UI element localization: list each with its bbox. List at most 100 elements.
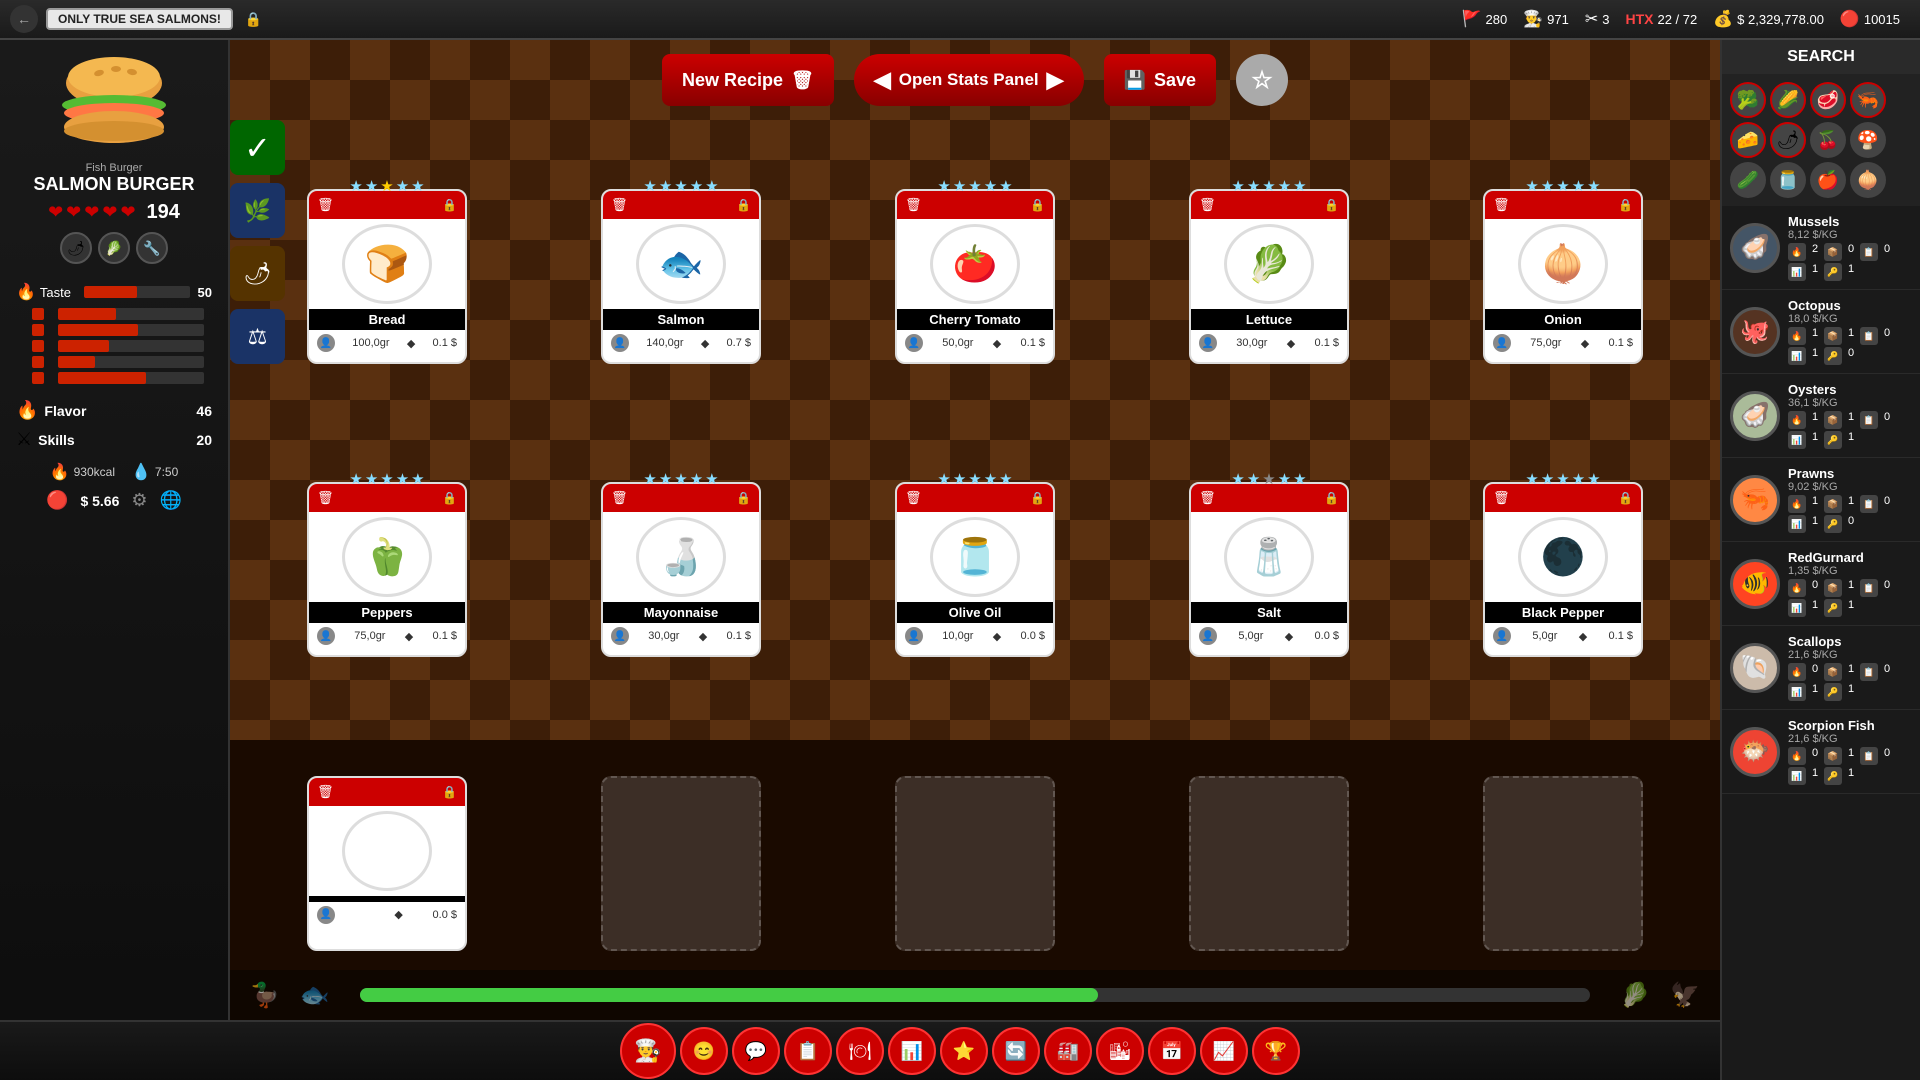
counter-btn-3[interactable]: 📊 (1788, 767, 1806, 785)
ingredient-card-mayonnaise[interactable]: ★★★★★🗑🔒🍶Mayonnaise 👤 30,0gr ◆ 0.1 $ (601, 482, 761, 657)
trash-icon[interactable]: 🗑 (1199, 197, 1216, 213)
empty-slot-13[interactable] (1189, 776, 1349, 951)
counter-btn-4[interactable]: 🔑 (1824, 599, 1842, 617)
nav-city-btn[interactable]: 🏙 (1096, 1027, 1144, 1075)
nav-calendar-btn[interactable]: 📅 (1148, 1027, 1196, 1075)
search-filter-8[interactable]: 🥒 (1730, 162, 1766, 198)
trash-icon[interactable]: 🗑 (1493, 490, 1510, 506)
check-badge[interactable]: ✓ (230, 120, 285, 175)
nav-face-btn[interactable]: 😊 (680, 1027, 728, 1075)
counter-btn-2[interactable]: 📋 (1860, 747, 1878, 765)
search-filter-6[interactable]: 🍒 (1810, 122, 1846, 158)
counter-btn-4[interactable]: 🔑 (1824, 515, 1842, 533)
counter-btn-0[interactable]: 🔥 (1788, 411, 1806, 429)
empty-slot-14[interactable] (1483, 776, 1643, 951)
favorite-button[interactable]: ☆ (1236, 54, 1288, 106)
counter-btn-0[interactable]: 🔥 (1788, 663, 1806, 681)
ingredient-card-bread[interactable]: ★★★★★🗑🔒🍞Bread 👤 100,0gr ◆ 0.1 $ (307, 189, 467, 364)
counter-btn-2[interactable]: 📋 (1860, 579, 1878, 597)
counter-btn-1[interactable]: 📦 (1824, 579, 1842, 597)
search-filter-0[interactable]: 🥦 (1730, 82, 1766, 118)
counter-btn-4[interactable]: 🔑 (1824, 263, 1842, 281)
counter-btn-2[interactable]: 📋 (1860, 663, 1878, 681)
counter-btn-2[interactable]: 📋 (1860, 411, 1878, 429)
nav-trophy-btn[interactable]: 🏆 (1252, 1027, 1300, 1075)
counter-btn-4[interactable]: 🔑 (1824, 767, 1842, 785)
counter-btn-0[interactable]: 🔥 (1788, 495, 1806, 513)
trash-icon[interactable]: 🗑 (317, 490, 334, 506)
search-filter-7[interactable]: 🍄 (1850, 122, 1886, 158)
search-filter-3[interactable]: 🦐 (1850, 82, 1886, 118)
counter-btn-3[interactable]: 📊 (1788, 515, 1806, 533)
ingredient-card-salt[interactable]: ★★★★★🗑🔒🧂Salt 👤 5,0gr ◆ 0.0 $ (1189, 482, 1349, 657)
nav-home-btn[interactable]: 👨‍🍳 (620, 1023, 676, 1079)
search-item-oysters[interactable]: 🦪Oysters36,1 $/KG🔥1📦1📋0📊1🔑1 (1722, 374, 1920, 458)
counter-btn-3[interactable]: 📊 (1788, 599, 1806, 617)
counter-btn-2[interactable]: 📋 (1860, 327, 1878, 345)
counter-btn-1[interactable]: 📦 (1824, 495, 1842, 513)
nav-plate-btn[interactable]: 🍽 (836, 1027, 884, 1075)
empty-slot-12[interactable] (895, 776, 1055, 951)
ingredient-card-olive-oil[interactable]: ★★★★★🗑🔒🫙Olive Oil 👤 10,0gr ◆ 0.0 $ (895, 482, 1055, 657)
counter-btn-0[interactable]: 🔥 (1788, 243, 1806, 261)
scroll-bar[interactable] (360, 988, 1590, 1002)
search-item-prawns[interactable]: 🦐Prawns9,02 $/KG🔥1📦1📋0📊1🔑0 (1722, 458, 1920, 542)
search-item-octopus[interactable]: 🐙Octopus18,0 $/KG🔥1📦1📋0📊1🔑0 (1722, 290, 1920, 374)
nav-clipboard-btn[interactable]: 📋 (784, 1027, 832, 1075)
trash-icon[interactable]: 🗑 (317, 784, 334, 800)
counter-btn-3[interactable]: 📊 (1788, 683, 1806, 701)
nav-stats-btn[interactable]: 📈 (1200, 1027, 1248, 1075)
globe-btn[interactable]: 🌐 (160, 490, 182, 511)
scale-icon-btn[interactable]: ⚖ (230, 309, 285, 364)
nav-chart-btn[interactable]: 📊 (888, 1027, 936, 1075)
counter-btn-1[interactable]: 📦 (1824, 747, 1842, 765)
trash-icon[interactable]: 🗑 (611, 490, 628, 506)
trash-icon[interactable]: 🗑 (611, 197, 628, 213)
trash-icon[interactable]: 🗑 (905, 197, 922, 213)
search-filter-11[interactable]: 🧅 (1850, 162, 1886, 198)
counter-btn-3[interactable]: 📊 (1788, 431, 1806, 449)
counter-btn-4[interactable]: 🔑 (1824, 347, 1842, 365)
counter-btn-3[interactable]: 📊 (1788, 263, 1806, 281)
counter-btn-2[interactable]: 📋 (1860, 243, 1878, 261)
search-filter-10[interactable]: 🍎 (1810, 162, 1846, 198)
ingredient-card-cherry-tomato[interactable]: ★★★★★🗑🔒🍅Cherry Tomato 👤 50,0gr ◆ 0.1 $ (895, 189, 1055, 364)
ingredient-card-[interactable]: 🗑🔒 👤 ◆ 0.0 $ (307, 776, 467, 951)
search-item-redgurnard[interactable]: 🐠RedGurnard1,35 $/KG🔥0📦1📋0📊1🔑1 (1722, 542, 1920, 626)
chili-icon-btn[interactable]: 🌶 (230, 246, 285, 301)
nav-sync-btn[interactable]: 🔄 (992, 1027, 1040, 1075)
counter-btn-4[interactable]: 🔑 (1824, 683, 1842, 701)
back-button[interactable]: ← (10, 5, 38, 33)
search-filter-4[interactable]: 🧀 (1730, 122, 1766, 158)
counter-btn-1[interactable]: 📦 (1824, 243, 1842, 261)
new-recipe-button[interactable]: New Recipe 🗑 (662, 54, 834, 106)
counter-btn-0[interactable]: 🔥 (1788, 327, 1806, 345)
save-button[interactable]: 💾 Save (1104, 54, 1216, 106)
open-stats-button[interactable]: ◀ Open Stats Panel ▶ (854, 54, 1084, 106)
counter-btn-1[interactable]: 📦 (1824, 327, 1842, 345)
search-filter-9[interactable]: 🫙 (1770, 162, 1806, 198)
counter-btn-3[interactable]: 📊 (1788, 347, 1806, 365)
counter-btn-2[interactable]: 📋 (1860, 495, 1878, 513)
nav-chat-btn[interactable]: 💬 (732, 1027, 780, 1075)
trash-icon[interactable]: 🗑 (905, 490, 922, 506)
search-filter-5[interactable]: 🌶 (1770, 122, 1806, 158)
ingredient-card-salmon[interactable]: ★★★★★🗑🔒🐟Salmon 👤 140,0gr ◆ 0.7 $ (601, 189, 761, 364)
search-filter-2[interactable]: 🥩 (1810, 82, 1846, 118)
empty-slot-11[interactable] (601, 776, 761, 951)
search-item-scallops[interactable]: 🐚Scallops21,6 $/KG🔥0📦1📋0📊1🔑1 (1722, 626, 1920, 710)
ingredient-card-peppers[interactable]: ★★★★★🗑🔒🫑Peppers 👤 75,0gr ◆ 0.1 $ (307, 482, 467, 657)
trash-icon[interactable]: 🗑 (1199, 490, 1216, 506)
search-filter-1[interactable]: 🌽 (1770, 82, 1806, 118)
counter-btn-4[interactable]: 🔑 (1824, 431, 1842, 449)
search-item-scorpion-fish[interactable]: 🐡Scorpion Fish21,6 $/KG🔥0📦1📋0📊1🔑1 (1722, 710, 1920, 794)
nav-factory-btn[interactable]: 🏭 (1044, 1027, 1092, 1075)
counter-btn-1[interactable]: 📦 (1824, 663, 1842, 681)
counter-btn-1[interactable]: 📦 (1824, 411, 1842, 429)
plant-icon-btn[interactable]: 🌿 (230, 183, 285, 238)
trash-icon[interactable]: 🗑 (317, 197, 334, 213)
nav-star-btn[interactable]: ⭐ (940, 1027, 988, 1075)
counter-btn-0[interactable]: 🔥 (1788, 579, 1806, 597)
ingredient-card-black-pepper[interactable]: ★★★★★🗑🔒🌑Black Pepper 👤 5,0gr ◆ 0.1 $ (1483, 482, 1643, 657)
settings-btn[interactable]: ⚙ (131, 490, 147, 511)
